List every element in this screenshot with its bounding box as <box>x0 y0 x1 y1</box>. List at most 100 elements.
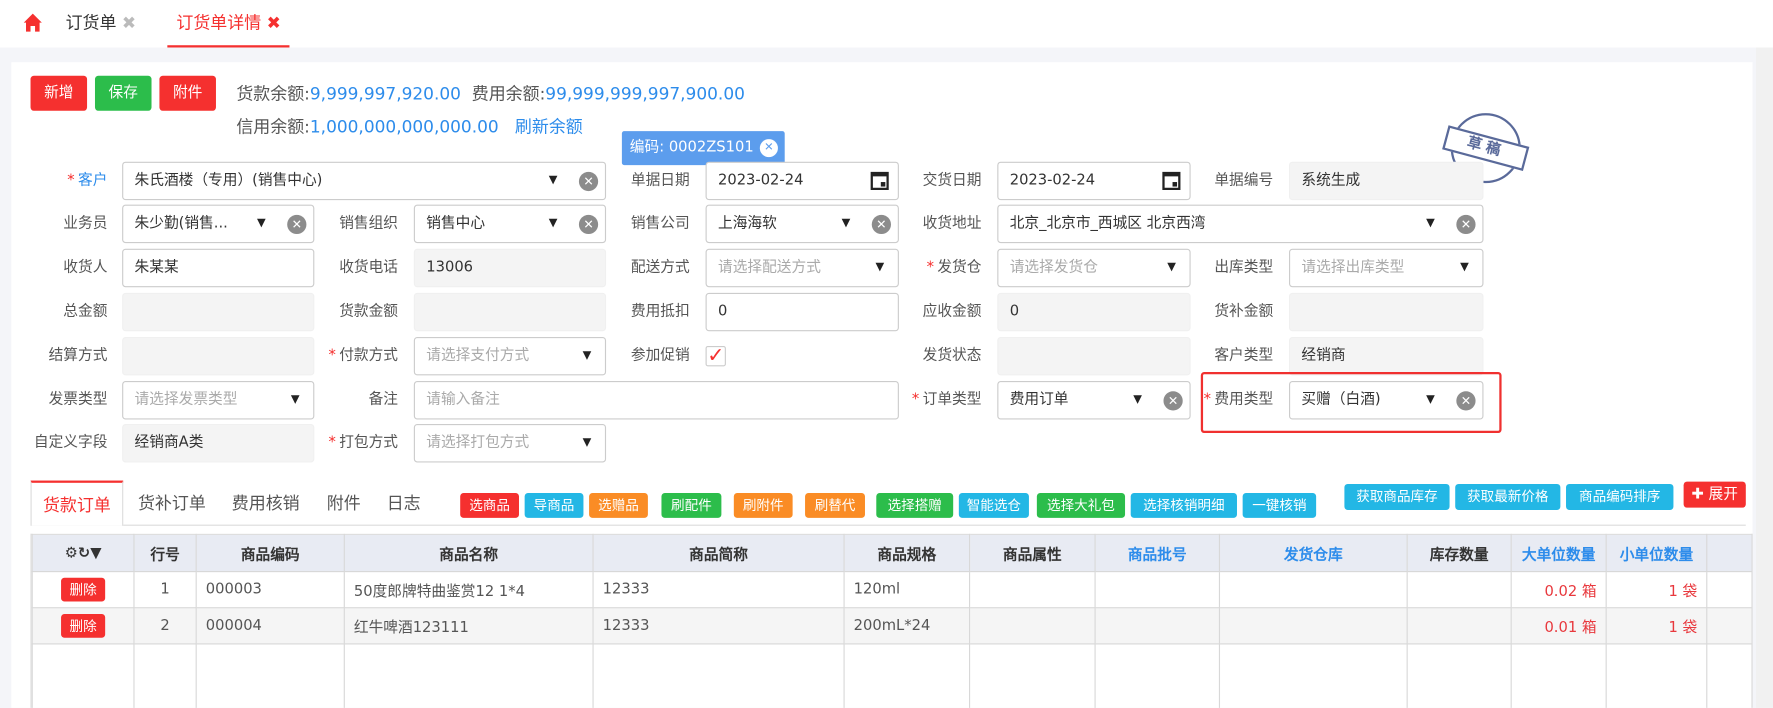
refresh-parts-button[interactable]: 刷配件 <box>661 492 722 518</box>
subtab-fee-writeoff[interactable]: 费用核销 <box>232 481 300 526</box>
row-number: 1 <box>133 571 197 609</box>
select-gift-pack-button[interactable]: 选择大礼包 <box>1036 492 1126 518</box>
goods-short-name: 12333 <box>592 571 845 609</box>
goods-batch[interactable] <box>1094 571 1221 609</box>
refresh-balance-link[interactable]: 刷新余额 <box>515 116 583 136</box>
select-gift-button[interactable]: 选赠品 <box>589 492 648 518</box>
settlement-label: 结算方式 <box>48 347 108 365</box>
salesman-select[interactable]: 朱少勤(销售... ▼ ✕ <box>122 204 315 244</box>
receiver-label: 收货人 <box>63 258 108 276</box>
salesman-label: 业务员 <box>63 214 108 232</box>
col-header: 商品批号 <box>1094 533 1221 573</box>
tab-label: 订货单详情 <box>176 12 262 33</box>
clear-icon[interactable]: ✕ <box>1456 391 1476 411</box>
attachment-button[interactable]: 附件 <box>159 75 216 111</box>
promo-checkbox[interactable]: ✓ <box>705 345 726 367</box>
ship-warehouse[interactable] <box>1218 607 1408 645</box>
subtab-subsidy-order[interactable]: 货补订单 <box>138 481 206 526</box>
goods-name: 50度郎牌特曲鉴赏12 1*4 <box>343 571 594 609</box>
delete-row-button[interactable]: 删除 <box>61 577 105 602</box>
subtab-attachment[interactable]: 附件 <box>327 481 361 526</box>
chevron-down-icon: ▼ <box>1426 217 1435 230</box>
sales-org-select[interactable]: 销售中心 ▼ ✕ <box>413 204 607 244</box>
import-goods-button[interactable]: 导商品 <box>524 492 584 518</box>
chevron-down-icon: ▼ <box>582 436 592 449</box>
packing-label: * 打包方式 <box>328 434 399 452</box>
warehouse-label: * 发货仓 <box>926 258 982 276</box>
subtab-goods-order[interactable]: 货款订单 <box>30 480 124 526</box>
save-button[interactable]: 保存 <box>94 75 152 111</box>
delivery-select[interactable]: 请选择配送方式 ▼ <box>705 248 899 288</box>
payment-select[interactable]: 请选择支付方式 ▼ <box>413 336 607 376</box>
doc-date-input[interactable]: 2023-02-24 <box>705 161 899 201</box>
big-unit-qty[interactable]: 0.02 箱 <box>1510 571 1607 609</box>
code-tooltip-text: 编码: 0002ZS101 <box>629 139 754 157</box>
chevron-down-icon: ▼ <box>841 217 851 230</box>
customer-select[interactable]: 朱氏酒楼（专用）(销售中心) ▼ ✕ <box>122 161 607 201</box>
table-row: 删除 2 000004 红牛啤酒123111 12333 200mL*24 0.… <box>31 607 1752 645</box>
receiver-input[interactable]: 朱某某 <box>122 248 315 288</box>
table-empty-row <box>31 643 1752 708</box>
big-unit-qty[interactable]: 0.01 箱 <box>1510 607 1607 645</box>
remark-input[interactable]: 请输入备注 <box>413 381 899 420</box>
col-header: 行号 <box>133 533 197 573</box>
close-icon[interactable]: ✖ <box>122 12 136 32</box>
table-settings-header[interactable]: ⚙↻▼ <box>31 533 135 573</box>
row-number: 2 <box>133 607 197 645</box>
select-goods-button[interactable]: 选商品 <box>460 492 519 518</box>
ship-warehouse[interactable] <box>1218 571 1408 609</box>
delete-row-button[interactable]: 删除 <box>61 613 105 638</box>
fee-type-label: * 费用类型 <box>1203 391 1274 409</box>
doc-date-label: 单据日期 <box>630 171 690 189</box>
get-stock-button[interactable]: 获取商品库存 <box>1344 483 1450 510</box>
close-icon[interactable]: ✖ <box>267 12 281 32</box>
address-select[interactable]: 北京_北京市_西城区 北京西湾 ▼ ✕ <box>997 204 1484 244</box>
refresh-accessories-button[interactable]: 刷附件 <box>733 492 793 518</box>
add-button[interactable]: 新增 <box>30 75 88 111</box>
invoice-select[interactable]: 请选择发票类型 ▼ <box>122 381 315 420</box>
select-writeoff-detail-button[interactable]: 选择核销明细 <box>1130 492 1237 518</box>
sort-by-code-button[interactable]: 商品编码排序 <box>1566 483 1674 510</box>
refresh-icon[interactable]: ↻ <box>78 544 90 561</box>
goods-batch[interactable] <box>1094 607 1221 645</box>
one-click-writeoff-button[interactable]: 一键核销 <box>1242 492 1317 518</box>
fee-deduct-input[interactable]: 0 <box>705 292 899 332</box>
custom-field-label: 自定义字段 <box>33 434 108 452</box>
smart-warehouse-button[interactable]: 智能选仓 <box>958 492 1029 518</box>
outbound-type-select[interactable]: 请选择出库类型 ▼ <box>1288 248 1484 288</box>
sales-org-label: 销售组织 <box>339 214 399 232</box>
small-unit-qty[interactable]: 1 袋 <box>1605 607 1708 645</box>
home-icon[interactable] <box>23 12 43 32</box>
tab-order-list[interactable]: 订货单 ✖ <box>66 0 137 47</box>
select-bundle-gift-button[interactable]: 选择搭赠 <box>876 492 954 518</box>
order-type-select[interactable]: 费用订单 ▼ ✕ <box>997 381 1191 420</box>
filter-icon[interactable]: ▼ <box>90 544 101 561</box>
sales-company-select[interactable]: 上海海软 ▼ ✕ <box>705 204 899 244</box>
stock-qty <box>1406 607 1512 645</box>
warehouse-select[interactable]: 请选择发货仓 ▼ <box>997 248 1191 288</box>
col-header: 商品编码 <box>195 533 345 573</box>
subtab-log[interactable]: 日志 <box>387 481 421 526</box>
get-latest-price-button[interactable]: 获取最新价格 <box>1455 483 1561 510</box>
goods-attr[interactable] <box>969 571 1096 609</box>
sales-company-label: 销售公司 <box>630 214 690 232</box>
packing-select[interactable]: 请选择打包方式 ▼ <box>413 424 607 463</box>
gear-icon[interactable]: ⚙ <box>65 544 78 561</box>
goods-balance-label: 货款余额: <box>236 83 310 105</box>
close-icon[interactable]: ✕ <box>759 139 778 158</box>
credit-balance-value: 1,000,000,000,000.00 <box>309 116 499 137</box>
small-unit-qty[interactable]: 1 袋 <box>1605 571 1708 609</box>
col-header: 商品简称 <box>592 533 845 573</box>
goods-attr[interactable] <box>969 607 1096 645</box>
scrollbar[interactable] <box>1755 47 1773 708</box>
col-header: 商品规格 <box>843 533 971 573</box>
trade-date-input[interactable]: 2023-02-24 <box>997 161 1191 201</box>
refresh-substitute-button[interactable]: 刷替代 <box>805 492 865 518</box>
fee-type-select[interactable]: 买赠（白酒) ▼ ✕ <box>1288 381 1484 420</box>
expand-button[interactable]: ✚ 展开 <box>1683 481 1746 508</box>
remark-label: 备注 <box>368 391 399 409</box>
tab-order-detail[interactable]: 订货单详情 ✖ <box>167 0 290 48</box>
fee-deduct-label: 费用抵扣 <box>630 303 690 320</box>
clear-icon[interactable]: ✕ <box>1456 214 1476 235</box>
goods-code: 000004 <box>195 607 345 645</box>
